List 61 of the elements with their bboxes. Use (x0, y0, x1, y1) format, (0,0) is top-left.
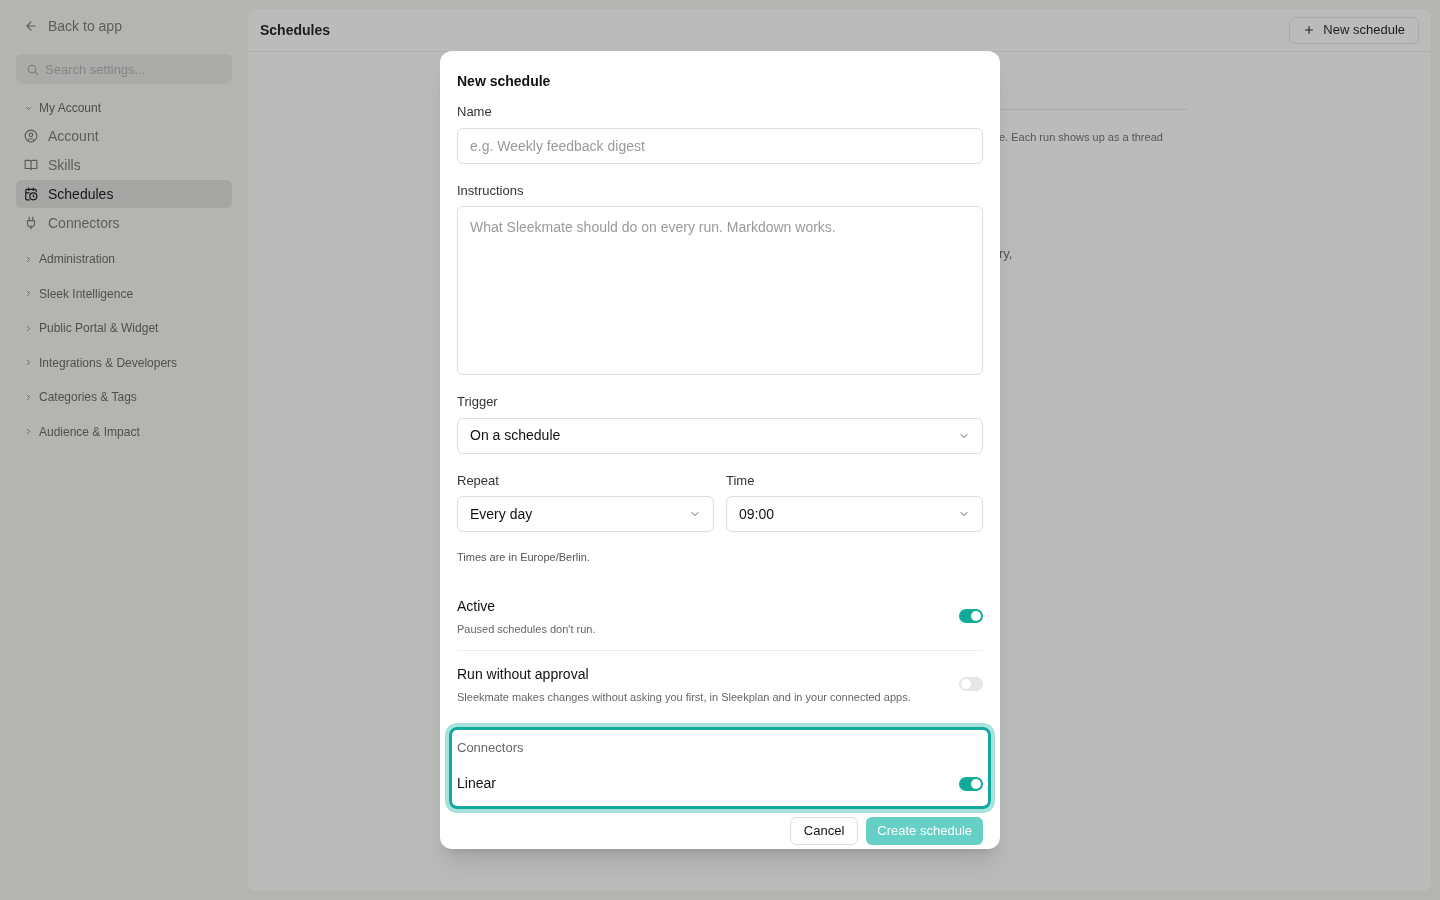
sidebar-item[interactable]: Skills (16, 151, 232, 179)
dropdown-value: Every day (470, 504, 533, 524)
dialog-title: New schedule (457, 72, 552, 91)
group-label: Categories & Tags (39, 389, 137, 407)
group-label: My Account (39, 100, 102, 117)
toggle-switch[interactable] (959, 677, 983, 691)
page-title: Schedules (260, 20, 331, 40)
group-label: Audience & Impact (39, 423, 140, 441)
dropdown[interactable]: On a schedule (457, 417, 983, 454)
field-label: Time (726, 471, 756, 490)
chevron-right-icon (24, 323, 33, 333)
background-text: ry, (999, 244, 1014, 263)
group-heading[interactable]: Sleek Intelligence (16, 281, 232, 306)
toggle-switch[interactable] (959, 609, 983, 623)
chevron-right-icon (24, 289, 33, 299)
chevron-right-icon (24, 427, 33, 437)
group-heading[interactable]: My Account (16, 96, 232, 120)
group-heading[interactable]: Audience & Impact (16, 419, 232, 444)
toggle-description: Paused schedules don't run. (457, 621, 596, 637)
field-label: Repeat (457, 471, 500, 490)
plug-icon (24, 216, 38, 230)
group-heading[interactable]: Administration (16, 247, 232, 271)
user-circle-icon (24, 129, 38, 143)
chevron-right-icon (24, 254, 33, 264)
toggle-label: Run without approval (457, 664, 590, 684)
dropdown-value: 09:00 (739, 504, 775, 524)
dropdown[interactable]: Every day (457, 496, 714, 532)
group-label: Administration (39, 251, 116, 268)
plus-icon (1303, 24, 1316, 36)
group-label: Public Portal & Widget (39, 320, 159, 338)
dropdown[interactable]: 09:00 (726, 496, 983, 532)
arrow-left-icon (24, 19, 38, 33)
cancel-button[interactable]: Cancel (789, 817, 859, 845)
toggle-description: Sleekmate makes changes without asking you first, in Sleekplan and in your connected apps. (457, 689, 911, 705)
toggle-label: Active (457, 596, 497, 616)
section-label: Connectors (457, 738, 525, 757)
name-field[interactable]: e.g. Weekly feedback digest (457, 127, 983, 164)
back-link[interactable]: Back to app (16, 16, 232, 36)
search-icon (26, 62, 39, 76)
field-label: Name (457, 103, 493, 121)
group-heading[interactable]: Public Portal & Widget (16, 316, 232, 341)
sidebar-item[interactable]: Connectors (16, 209, 232, 237)
group-heading[interactable]: Integrations & Developers (16, 350, 232, 375)
chevron-right-icon (24, 358, 33, 368)
field-label: Instructions (457, 181, 525, 200)
new-schedule-button[interactable]: New schedule (1289, 16, 1419, 44)
dropdown-value: On a schedule (470, 426, 561, 445)
chevron-right-icon (24, 392, 33, 402)
connector-label: Linear (457, 774, 496, 793)
instructions-field[interactable]: What Sleekmate should do on every run. Markdown works. (457, 206, 983, 375)
book-icon (24, 158, 38, 172)
field-label: Trigger (457, 393, 499, 411)
group-label: Sleek Intelligence (39, 285, 134, 303)
background-text: e. Each run shows up as a thread (999, 130, 1164, 145)
group-heading[interactable]: Categories & Tags (16, 385, 232, 410)
calendar-clock-icon (24, 187, 38, 201)
toggle-switch[interactable] (959, 776, 983, 791)
sidebar-item[interactable]: Account (16, 122, 232, 150)
sidebar-item[interactable]: Schedules (16, 180, 232, 208)
timezone-note: Times are in Europe/Berlin. (457, 550, 591, 565)
group-label: Integrations & Developers (39, 354, 178, 372)
